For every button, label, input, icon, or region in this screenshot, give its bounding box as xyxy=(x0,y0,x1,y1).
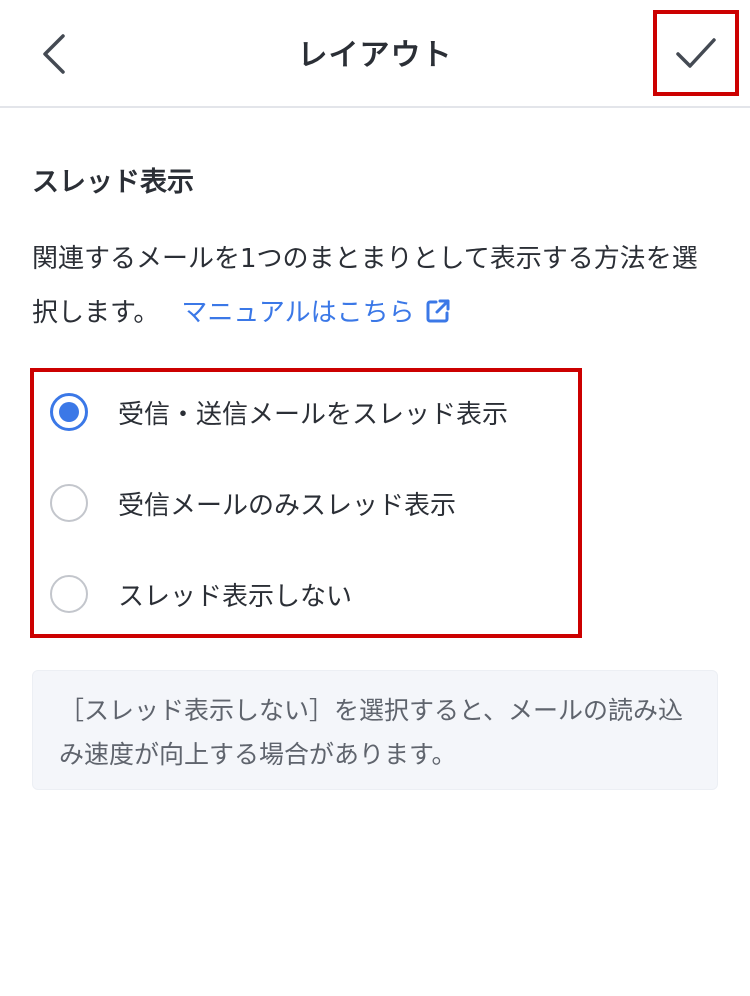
radio-button[interactable] xyxy=(50,575,88,613)
option-label: 受信メールのみスレッド表示 xyxy=(118,490,457,521)
info-note-text: ［スレッド表示しない］を選択すると、メールの読み込み速度が向上する場合があります… xyxy=(59,696,684,769)
checkmark-icon xyxy=(676,38,716,68)
manual-link-label[interactable]: マニュアルはこちら xyxy=(181,298,414,328)
info-note: ［スレッド表示しない］を選択すると、メールの読み込み速度が向上する場合があります… xyxy=(32,670,718,790)
section-title: スレッド表示 xyxy=(32,167,194,198)
radio-button[interactable] xyxy=(50,484,88,522)
option-send-receive-thread[interactable]: 受信・送信メールをスレッド表示 xyxy=(50,382,560,442)
option-no-thread[interactable]: スレッド表示しない xyxy=(50,564,560,624)
external-link-icon xyxy=(426,299,450,323)
option-receive-only-thread[interactable]: 受信メールのみスレッド表示 xyxy=(50,473,560,533)
confirm-button[interactable] xyxy=(653,10,739,96)
section-description: 関連するメールを1つのまとまりとして表示する方法を選択します。 マニュアルはこちら xyxy=(32,232,722,340)
manual-link[interactable]: マニュアルはこちら xyxy=(181,298,450,328)
radio-button-selected[interactable] xyxy=(50,393,88,431)
page-title: レイアウト xyxy=(297,38,453,73)
thread-display-options: 受信・送信メールをスレッド表示 受信メールのみスレッド表示 スレッド表示しない xyxy=(30,368,582,638)
app-header: レイアウト xyxy=(0,0,750,108)
option-label: スレッド表示しない xyxy=(118,581,353,612)
option-label: 受信・送信メールをスレッド表示 xyxy=(118,399,509,430)
